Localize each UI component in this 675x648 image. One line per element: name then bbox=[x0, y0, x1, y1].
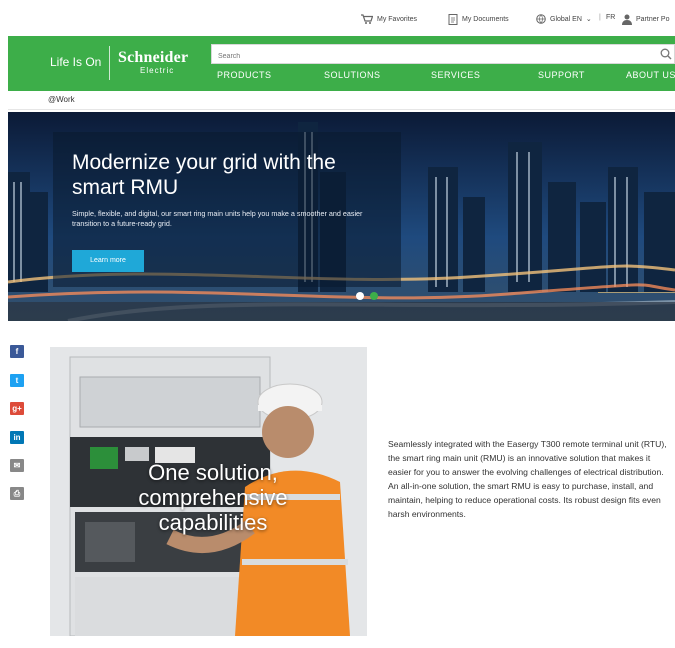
language-label: FR bbox=[606, 14, 616, 21]
linkedin-icon[interactable]: in bbox=[10, 431, 24, 444]
hero-description: Simple, flexible, and digital, our smart… bbox=[72, 209, 363, 228]
partner-portal-label: Partner Po bbox=[636, 16, 670, 23]
email-icon[interactable]: ✉ bbox=[10, 459, 24, 472]
divider: | bbox=[599, 14, 601, 21]
search-box bbox=[211, 44, 675, 66]
slide-dot-1[interactable] bbox=[356, 292, 364, 300]
learn-more-button[interactable]: Learn more bbox=[72, 250, 144, 272]
nav-about-us[interactable]: ABOUT US bbox=[626, 70, 675, 80]
facebook-icon[interactable]: f bbox=[10, 345, 24, 358]
schneider-logo[interactable]: Schneider Electric bbox=[118, 50, 188, 76]
print-icon[interactable]: ⎙ bbox=[10, 487, 24, 500]
page: My Favorites My Documents Global EN ⌄ | … bbox=[8, 0, 675, 648]
hero-banner: Modernize your grid with the smart RMU S… bbox=[8, 112, 675, 321]
language-link[interactable]: FR bbox=[606, 14, 615, 21]
cart-icon bbox=[361, 14, 373, 24]
globe-icon bbox=[536, 14, 546, 24]
my-favorites-label: My Favorites bbox=[377, 15, 418, 23]
breadcrumb[interactable]: @Work bbox=[48, 95, 75, 104]
google-plus-icon[interactable]: g+ bbox=[10, 402, 24, 415]
feature-description: Seamlessly integrated with the Easergy T… bbox=[388, 439, 667, 519]
my-documents-link[interactable]: My Documents bbox=[448, 14, 509, 25]
twitter-icon[interactable]: t bbox=[10, 374, 24, 387]
hero-title: Modernize your grid with the smart RMU bbox=[72, 151, 336, 199]
user-icon bbox=[622, 14, 632, 25]
search-input[interactable] bbox=[212, 47, 642, 66]
logo-wordmark-top: Schneider bbox=[118, 49, 189, 66]
partner-portal-link[interactable]: Partner Po bbox=[622, 14, 669, 25]
search-icon[interactable] bbox=[660, 48, 672, 60]
nav-support[interactable]: SUPPORT bbox=[538, 70, 585, 80]
document-icon bbox=[448, 14, 458, 25]
main-header: Life Is On Schneider Electric PRODUCTS S… bbox=[8, 36, 675, 91]
my-documents-label: My Documents bbox=[462, 16, 509, 23]
chevron-down-icon: ⌄ bbox=[585, 16, 592, 23]
nav-solutions[interactable]: SOLUTIONS bbox=[324, 70, 381, 80]
logo-wordmark-bottom: Electric bbox=[140, 66, 175, 75]
region-label: Global EN bbox=[550, 15, 582, 23]
life-is-on-tagline: Life Is On bbox=[50, 55, 102, 69]
logo-divider bbox=[109, 46, 110, 80]
utility-bar: My Favorites My Documents Global EN ⌄ | … bbox=[8, 0, 675, 36]
feature-caption: One solution, comprehensive capabilities bbox=[138, 460, 288, 535]
nav-services[interactable]: SERVICES bbox=[431, 70, 480, 80]
my-favorites-link[interactable]: My Favorites bbox=[361, 14, 417, 24]
region-selector[interactable]: Global EN ⌄ bbox=[536, 14, 592, 24]
slide-dot-2[interactable] bbox=[370, 292, 378, 300]
breadcrumb-divider bbox=[8, 109, 675, 110]
nav-products[interactable]: PRODUCTS bbox=[217, 70, 272, 80]
